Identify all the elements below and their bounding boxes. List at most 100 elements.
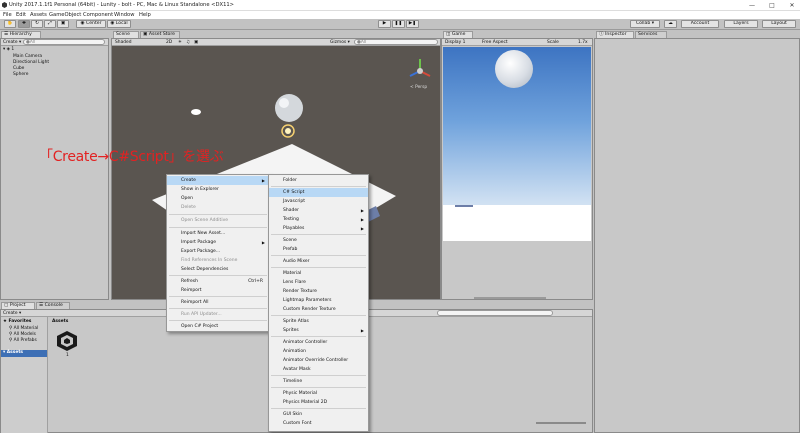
tab-services[interactable]: Services: [635, 31, 667, 38]
hierarchy-search-input[interactable]: ●All: [23, 39, 105, 45]
fav-all-materials[interactable]: ⚲ All Material: [9, 326, 38, 331]
menu-item-refresh[interactable]: Refresh Ctrl+R: [167, 277, 269, 286]
minimize-button[interactable]: —: [744, 1, 760, 10]
create-item-avatar-mask[interactable]: Avatar Mask: [269, 365, 311, 374]
menu-help[interactable]: Help: [139, 12, 151, 18]
tab-game[interactable]: ◫ Game: [443, 31, 473, 38]
create-item-gui-skin[interactable]: GUI Skin: [269, 410, 302, 419]
hierarchy-create-button[interactable]: Create ▾: [3, 40, 21, 45]
tab-console[interactable]: ☰ Console: [36, 302, 70, 309]
menu-file[interactable]: File: [3, 12, 12, 18]
layers-button[interactable]: Layers: [724, 20, 758, 28]
create-item-scene[interactable]: Scene: [269, 236, 297, 245]
favorites-row[interactable]: ★ Favorites: [3, 319, 31, 324]
effects-toggle-icon[interactable]: ▣: [194, 40, 198, 45]
step-button[interactable]: ▶❚: [406, 20, 419, 28]
menu-item-open-csharp-project[interactable]: Open C# Project: [167, 322, 218, 331]
create-item-audio-mixer[interactable]: Audio Mixer: [269, 257, 310, 266]
menu-item-import-package[interactable]: Import Package ▶: [167, 238, 269, 247]
create-item-sprites[interactable]: Sprites ▶: [269, 326, 368, 335]
scene-root-row[interactable]: ▾ ◈ 1: [3, 47, 14, 52]
create-item-animation[interactable]: Animation: [269, 347, 306, 356]
project-create-button[interactable]: Create ▾: [3, 311, 21, 316]
fav-all-models[interactable]: ⚲ All Models: [9, 332, 36, 337]
collab-button[interactable]: Collab ▾: [630, 20, 660, 28]
rect-tool-button[interactable]: ▣: [57, 20, 69, 28]
pause-button[interactable]: ❚❚: [392, 20, 405, 28]
menu-item-find-references: Find References In Scene: [181, 258, 238, 263]
game-scrollbar[interactable]: [474, 297, 546, 299]
create-item-lens-flare[interactable]: Lens Flare: [269, 278, 306, 287]
menu-edit[interactable]: Edit: [16, 12, 26, 18]
menu-item-show-in-explorer[interactable]: Show in Explorer: [167, 185, 219, 194]
cloud-button[interactable]: ☁: [664, 20, 677, 28]
play-button[interactable]: ▶: [378, 20, 391, 28]
move-tool-button[interactable]: ✚: [18, 20, 30, 28]
fav-all-prefabs[interactable]: ⚲ All Prefabs: [9, 338, 37, 343]
pivot-center-button[interactable]: ◉ Center: [76, 20, 106, 28]
audio-toggle-icon[interactable]: ♫: [186, 40, 190, 45]
create-item-testing[interactable]: Testing ▶: [269, 215, 368, 224]
menu-window[interactable]: Window: [114, 12, 134, 18]
pivot-local-button[interactable]: ◉ Local: [107, 20, 131, 28]
game-view[interactable]: [443, 47, 591, 241]
account-button[interactable]: Account: [681, 20, 719, 28]
create-item-lightmap-parameters[interactable]: Lightmap Parameters: [269, 296, 331, 305]
scene-search-input[interactable]: ●All: [354, 39, 438, 45]
create-item-folder[interactable]: Folder: [269, 176, 297, 185]
shading-mode-dropdown[interactable]: Shaded: [115, 40, 132, 45]
hierarchy-item-main-camera[interactable]: Main Camera: [13, 54, 42, 59]
scene-asset-tile[interactable]: 1: [55, 330, 79, 360]
display-dropdown[interactable]: Display 1: [445, 40, 465, 45]
menu-item-reimport[interactable]: Reimport: [167, 286, 202, 295]
tab-inspector[interactable]: ⓘ Inspector: [596, 31, 634, 38]
create-item-custom-render-texture[interactable]: Custom Render Texture: [269, 305, 336, 314]
menu-item-select-dependencies[interactable]: Select Dependencies: [167, 265, 228, 274]
persp-label[interactable]: < Persp: [410, 85, 427, 90]
create-item-animator-controller[interactable]: Animator Controller: [269, 338, 327, 347]
close-button[interactable]: ✕: [784, 1, 800, 10]
maximize-button[interactable]: □: [764, 1, 780, 10]
hierarchy-item-cube[interactable]: Cube: [13, 66, 24, 71]
hierarchy-item-directional-light[interactable]: Directional Light: [13, 60, 49, 65]
menu-item-reimport-all[interactable]: Reimport All: [167, 298, 209, 307]
create-item-timeline[interactable]: Timeline: [269, 377, 302, 386]
menu-item-open[interactable]: Open: [167, 194, 193, 203]
hand-tool-button[interactable]: ✋: [4, 20, 16, 28]
tab-hierarchy[interactable]: ☰ Hierarchy: [1, 31, 41, 38]
create-item-physic-material[interactable]: Physic Material: [269, 389, 317, 398]
project-zoom-slider[interactable]: [536, 422, 586, 424]
menu-assets[interactable]: Assets: [30, 12, 47, 18]
menu-item-create[interactable]: Create ▶: [167, 176, 269, 185]
create-item-sprite-atlas[interactable]: Sprite Atlas: [269, 317, 309, 326]
create-item-prefab[interactable]: Prefab: [269, 245, 297, 254]
scale-tool-button[interactable]: ⤢: [44, 20, 56, 28]
tab-project[interactable]: ▢ Project: [1, 302, 35, 309]
create-item-render-texture[interactable]: Render Texture: [269, 287, 317, 296]
menu-gameobject[interactable]: GameObject: [49, 12, 81, 18]
create-item-custom-font[interactable]: Custom Font: [269, 419, 311, 428]
create-item-playables[interactable]: Playables ▶: [269, 224, 368, 233]
lighting-toggle-icon[interactable]: ☀: [178, 40, 182, 45]
create-item-physics-material-2d[interactable]: Physics Material 2D: [269, 398, 327, 407]
gizmos-dropdown[interactable]: Gizmos ▾: [330, 40, 350, 45]
layout-button[interactable]: Layout: [762, 20, 796, 28]
menu-item-export-package[interactable]: Export Package...: [167, 247, 220, 256]
rotate-tool-button[interactable]: ↻: [31, 20, 43, 28]
project-search-input[interactable]: [437, 310, 553, 316]
toggle-2d-button[interactable]: 2D: [166, 40, 172, 45]
assets-breadcrumb[interactable]: Assets: [52, 319, 68, 324]
hierarchy-item-sphere[interactable]: Sphere: [13, 72, 28, 77]
create-item-csharp-script[interactable]: C# Script: [269, 188, 368, 197]
aspect-dropdown[interactable]: Free Aspect: [482, 40, 508, 45]
create-item-animator-override-controller[interactable]: Animator Override Controller: [269, 356, 348, 365]
assets-folder-row[interactable]: ▾ Assets: [1, 350, 47, 357]
create-item-material[interactable]: Material: [269, 269, 301, 278]
tab-asset-store[interactable]: ▣ Asset Store: [140, 31, 180, 38]
create-item-javascript[interactable]: Javascript: [269, 197, 305, 206]
create-item-shader[interactable]: Shader ▶: [269, 206, 368, 215]
tab-scene[interactable]: Scene: [113, 31, 139, 38]
menu-item-import-new-asset[interactable]: Import New Asset...: [167, 229, 225, 238]
scale-value[interactable]: 1.7x: [578, 40, 588, 45]
menu-component[interactable]: Component: [83, 12, 113, 18]
